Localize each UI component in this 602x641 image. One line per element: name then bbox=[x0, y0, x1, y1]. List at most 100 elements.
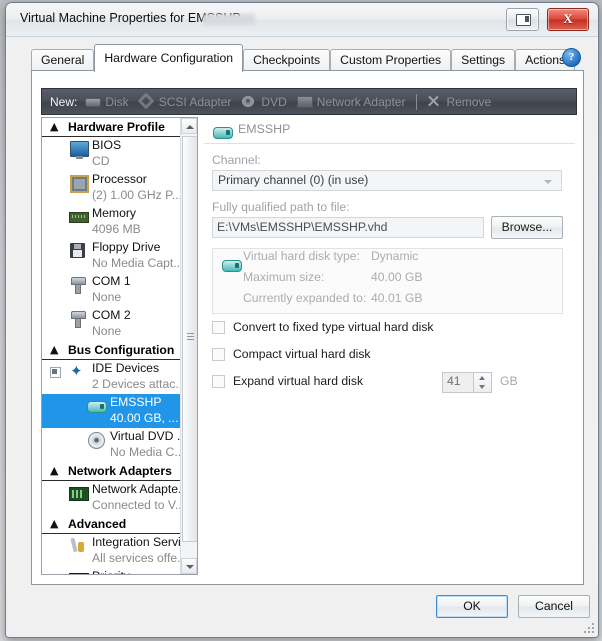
vhd-expanded-label: Currently expanded to: bbox=[243, 291, 367, 305]
memory-icon bbox=[68, 208, 90, 226]
restore-window-button[interactable] bbox=[506, 8, 539, 31]
new-dvd-button[interactable]: DVD bbox=[240, 94, 287, 109]
tab-general[interactable]: General bbox=[31, 49, 95, 72]
tree-item-floppy-drive[interactable]: Floppy Drive No Media Capt... bbox=[42, 239, 197, 273]
tree-item-com-2[interactable]: COM 2 None bbox=[42, 307, 197, 341]
expand-size-value: 41 bbox=[447, 374, 461, 388]
convert-to-fixed-checkbox[interactable] bbox=[212, 321, 225, 334]
virtual-hard-disk-icon bbox=[212, 123, 233, 139]
stepper-down-arrow-icon[interactable] bbox=[479, 385, 485, 389]
scrollbar-thumb[interactable] bbox=[182, 136, 197, 542]
ok-button[interactable]: OK bbox=[436, 595, 508, 618]
expander-icon[interactable] bbox=[50, 367, 61, 378]
detail-header: EMSSHP bbox=[204, 117, 575, 144]
tab-bar: General Hardware Configuration Checkpoin… bbox=[6, 44, 598, 72]
remove-device-button[interactable]: Remove bbox=[425, 94, 491, 109]
tab-custom-properties[interactable]: Custom Properties bbox=[330, 49, 452, 72]
tree-item-label: Processor bbox=[92, 172, 147, 186]
redacted-title-region bbox=[203, 14, 255, 25]
tree-scrollbar[interactable] bbox=[180, 118, 197, 574]
close-window-button[interactable]: X bbox=[547, 8, 589, 31]
new-network-adapter-button[interactable]: Network Adapter bbox=[296, 94, 406, 109]
tree-section-label: Network Adapters bbox=[68, 464, 172, 478]
tree-item-label: COM 2 bbox=[92, 308, 131, 322]
floppy-icon bbox=[68, 242, 90, 260]
convert-to-fixed-label: Convert to fixed type virtual hard disk bbox=[233, 320, 434, 334]
tree-item-sublabel: 4096 MB bbox=[92, 222, 141, 236]
tree-item-priority[interactable]: Priority Normal bbox=[42, 568, 197, 574]
tree-item-virtual-dvd[interactable]: Virtual DVD ... No Media C... bbox=[42, 428, 197, 462]
integration-services-icon bbox=[68, 537, 90, 555]
expand-size-unit: GB bbox=[500, 374, 518, 388]
expand-size-stepper[interactable]: 41 bbox=[442, 372, 492, 393]
tree-item-bios[interactable]: BIOS CD bbox=[42, 137, 197, 171]
chevron-double-up-icon: ▲ bbox=[50, 343, 59, 356]
restore-window-icon bbox=[516, 14, 531, 26]
scrollbar-grip-icon bbox=[187, 333, 194, 340]
expand-virtual-hard-disk-label: Expand virtual hard disk bbox=[233, 374, 364, 388]
virtual-hard-disk-icon bbox=[86, 397, 108, 415]
help-icon[interactable]: ? bbox=[562, 48, 581, 67]
chevron-down-icon bbox=[544, 180, 552, 184]
tree-section-hardware-profile[interactable]: ▲ Hardware Profile bbox=[42, 118, 197, 137]
scroll-down-button[interactable] bbox=[181, 558, 197, 574]
tab-hardware-configuration[interactable]: Hardware Configuration bbox=[94, 44, 244, 72]
dialog-footer: OK Cancel bbox=[6, 585, 598, 637]
disk-icon bbox=[84, 94, 102, 109]
hardware-device-tree[interactable]: ▲ Hardware Profile BIOS CD Processor (2)… bbox=[41, 117, 198, 575]
new-disk-button[interactable]: Disk bbox=[84, 94, 129, 109]
new-scsi-adapter-button[interactable]: SCSI Adapter bbox=[137, 92, 232, 110]
vhd-max-size-label: Maximum size: bbox=[243, 270, 325, 284]
new-scsi-adapter-label: SCSI Adapter bbox=[158, 94, 232, 109]
tab-settings[interactable]: Settings bbox=[451, 49, 516, 72]
channel-selected-value: Primary channel (0) (in use) bbox=[218, 173, 369, 187]
tree-section-network-adapters[interactable]: ▲ Network Adapters bbox=[42, 462, 197, 481]
scroll-up-arrow-icon bbox=[186, 125, 194, 129]
chevron-double-up-icon: ▲ bbox=[50, 464, 59, 477]
tree-item-sublabel: No Media Capt... bbox=[92, 256, 184, 270]
tree-item-ide-devices[interactable]: ✦ IDE Devices 2 Devices attac... bbox=[42, 360, 197, 394]
stepper-up-arrow-icon[interactable] bbox=[479, 376, 485, 380]
tree-section-advanced[interactable]: ▲ Advanced bbox=[42, 515, 197, 534]
tree-item-integration-services[interactable]: Integration Servi... All services offe..… bbox=[42, 534, 197, 568]
tree-section-label: Hardware Profile bbox=[68, 120, 165, 134]
tab-checkpoints[interactable]: Checkpoints bbox=[243, 49, 331, 72]
compact-virtual-hard-disk-label: Compact virtual hard disk bbox=[233, 347, 371, 361]
tree-item-emsshp-disk[interactable]: EMSSHP 40.00 GB, ... bbox=[42, 394, 197, 428]
vhd-info-row: Currently expanded to: 40.01 GB bbox=[213, 291, 562, 312]
tree-item-sublabel: None bbox=[92, 324, 122, 338]
title-bar: Virtual Machine Properties for EMSSHP X bbox=[6, 3, 598, 37]
channel-label: Channel: bbox=[212, 153, 261, 167]
channel-dropdown[interactable]: Primary channel (0) (in use) bbox=[212, 170, 562, 191]
tree-item-memory[interactable]: Memory 4096 MB bbox=[42, 205, 197, 239]
compact-disk-row: Compact virtual hard disk bbox=[212, 346, 575, 368]
tree-section-label: Advanced bbox=[68, 517, 127, 531]
tree-item-sublabel: (2) 1.00 GHz P... bbox=[92, 188, 182, 202]
remove-device-label: Remove bbox=[446, 94, 492, 109]
tree-item-label: Integration Servi... bbox=[92, 535, 191, 549]
tree-section-bus-configuration[interactable]: ▲ Bus Configuration bbox=[42, 341, 197, 360]
disk-detail-panel: EMSSHP Channel: Primary channel (0) (in … bbox=[204, 117, 575, 573]
new-network-adapter-label: Network Adapter bbox=[316, 94, 406, 109]
network-card-icon bbox=[68, 484, 90, 502]
close-icon: X bbox=[563, 11, 573, 26]
tree-item-network-adapter[interactable]: Network Adapte... Connected to V... bbox=[42, 481, 197, 515]
browse-button[interactable]: Browse... bbox=[491, 216, 563, 239]
tree-item-sublabel: All services offe... bbox=[92, 551, 188, 565]
network-adapter-icon bbox=[296, 94, 313, 109]
stepper-buttons[interactable] bbox=[473, 373, 491, 392]
scroll-up-button[interactable] bbox=[181, 118, 197, 134]
cancel-button[interactable]: Cancel bbox=[518, 595, 590, 618]
compact-virtual-hard-disk-checkbox[interactable] bbox=[212, 348, 225, 361]
new-device-toolbar: New: Disk SCSI Adapter DVD Network Adapt… bbox=[41, 88, 577, 115]
tree-item-com-1[interactable]: COM 1 None bbox=[42, 273, 197, 307]
vhd-type-value: Dynamic bbox=[371, 249, 419, 263]
tree-item-sublabel: Connected to V... bbox=[92, 498, 186, 512]
resize-grip-icon[interactable] bbox=[583, 623, 594, 634]
tree-item-processor[interactable]: Processor (2) 1.00 GHz P... bbox=[42, 171, 197, 205]
com-port-icon bbox=[68, 276, 90, 294]
expand-virtual-hard-disk-checkbox[interactable] bbox=[212, 375, 225, 388]
vhd-info-row: Virtual hard disk type: Dynamic bbox=[213, 249, 562, 270]
vhd-path-input[interactable]: E:\VMs\EMSSHP\EMSSHP.vhd bbox=[212, 217, 484, 238]
vhd-info-row: Maximum size: 40.00 GB bbox=[213, 270, 562, 291]
